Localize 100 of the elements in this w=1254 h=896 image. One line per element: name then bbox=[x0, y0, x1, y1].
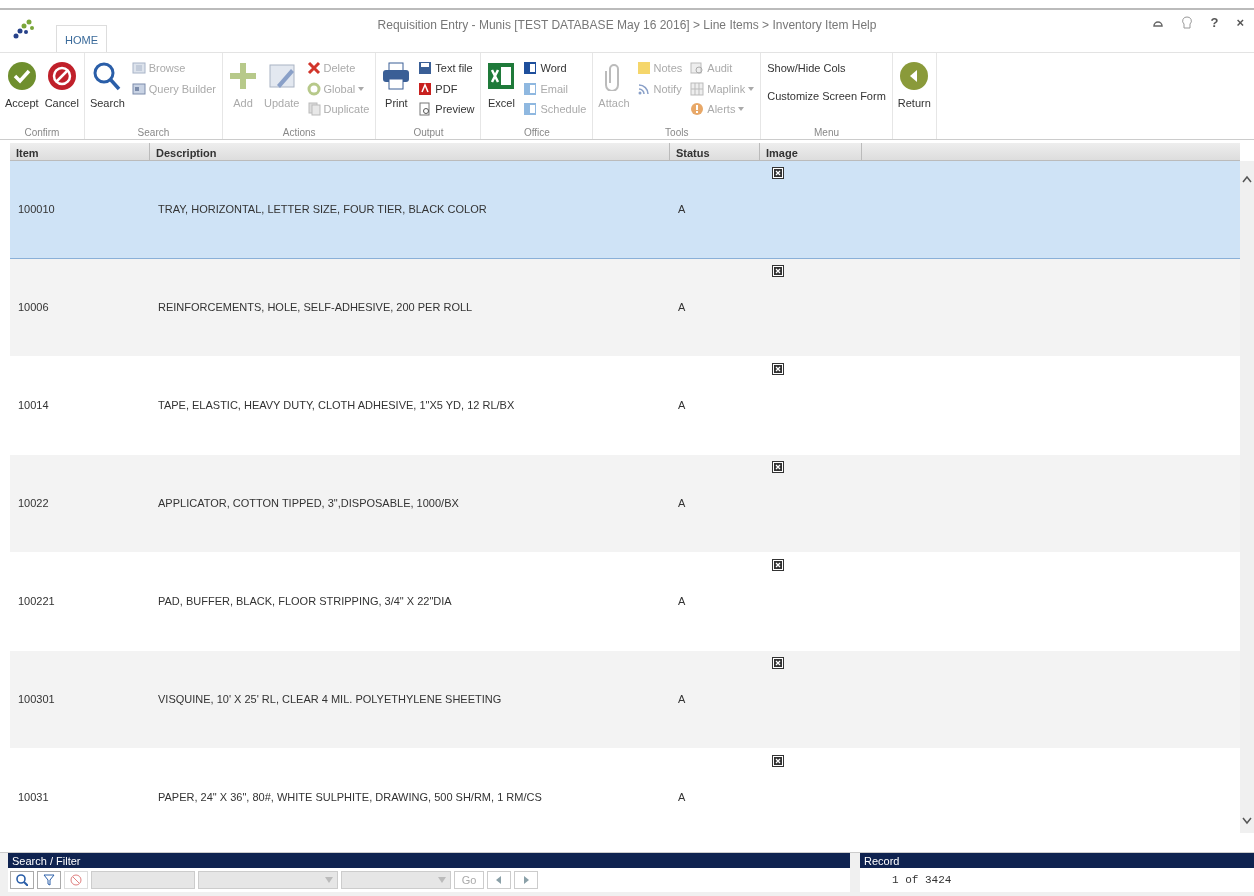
table-row[interactable]: 100010 TRAY, HORIZONTAL, LETTER SIZE, FOUR TIER, BLACK COLOR A bbox=[10, 160, 1240, 259]
column-header[interactable]: Item bbox=[10, 142, 150, 160]
group-label: Confirm bbox=[24, 127, 60, 138]
broken-image-icon bbox=[772, 166, 784, 179]
audit-icon bbox=[690, 61, 705, 76]
group-label: Office bbox=[523, 127, 550, 138]
panel-header: Search / Filter bbox=[8, 853, 850, 868]
ribbon-button[interactable]: Word bbox=[521, 59, 589, 78]
group-label: Output bbox=[413, 127, 444, 138]
group-label: Actions bbox=[282, 127, 316, 138]
table-cell-text: 10031 bbox=[17, 790, 50, 805]
column-header[interactable]: Image bbox=[760, 142, 862, 160]
ribbon-button[interactable]: Text file bbox=[416, 59, 477, 78]
ring-icon bbox=[306, 81, 321, 96]
ribbon-button[interactable]: Print bbox=[380, 59, 413, 114]
search-button[interactable] bbox=[10, 871, 34, 889]
list-icon bbox=[131, 61, 146, 76]
table-row[interactable]: 100301 VISQUINE, 10' X 25' RL, CLEAR 4 MIL. POLYETHYLENE SHEETING A bbox=[10, 650, 1240, 749]
exclamation-circle-icon bbox=[690, 102, 705, 117]
broken-image-icon bbox=[772, 264, 784, 277]
ribbon-button[interactable]: Return bbox=[896, 59, 932, 114]
filter-icon bbox=[43, 874, 55, 886]
dropdown-field[interactable] bbox=[198, 871, 338, 889]
next-button[interactable] bbox=[514, 871, 538, 889]
feed-icon bbox=[636, 81, 651, 96]
previous-button[interactable] bbox=[487, 871, 511, 889]
table-cell-text: VISQUINE, 10' X 25' RL, CLEAR 4 MIL. POLYETHYLENE SHEETING bbox=[157, 692, 503, 707]
table-cell-text: A bbox=[677, 594, 687, 609]
ribbon-button[interactable]: PDF bbox=[416, 79, 477, 98]
table-cell-text: A bbox=[677, 692, 687, 707]
search-icon bbox=[16, 874, 28, 886]
table-row[interactable]: 100221 PAD, BUFFER, BLACK, FLOOR STRIPPING, 3/4" X 22"DIA A bbox=[10, 552, 1240, 651]
x-mark-icon bbox=[306, 61, 321, 76]
window-title: Requisition Entry - Munis [TEST DATABASE May 16 2016] > Line Items > Inventory Item Help bbox=[377, 17, 877, 34]
table-cell-text: PAPER, 24" X 36", 80#, WHITE SULPHITE, DRAWING, 500 SH/RM, 1 RM/CS bbox=[157, 790, 543, 805]
ribbon-button[interactable]: Accept bbox=[4, 59, 40, 114]
menu-link[interactable]: Show/Hide Cols bbox=[765, 59, 888, 78]
ribbon-button[interactable]: Search bbox=[88, 59, 126, 114]
note-icon bbox=[636, 61, 651, 76]
plus-icon bbox=[228, 61, 258, 91]
broken-image-icon bbox=[772, 558, 784, 571]
broken-image-icon bbox=[772, 362, 784, 375]
pdf-file-icon bbox=[418, 81, 433, 96]
table-cell-text: A bbox=[677, 300, 687, 315]
document-icon bbox=[523, 61, 538, 76]
filter-button[interactable] bbox=[37, 871, 61, 889]
scroll-up-icon bbox=[1242, 174, 1252, 183]
table-cell-text: 100221 bbox=[17, 594, 56, 609]
query-icon bbox=[131, 81, 146, 96]
collapse-icon bbox=[1152, 18, 1165, 29]
right-arrow-icon bbox=[522, 876, 530, 884]
forbidden-icon bbox=[46, 61, 77, 91]
search-icon bbox=[92, 61, 123, 91]
scroll-down-icon bbox=[1242, 816, 1252, 825]
page-search-icon bbox=[418, 102, 433, 117]
clear-filter-button[interactable] bbox=[64, 871, 88, 889]
table-cell-text: A bbox=[677, 398, 687, 413]
group-label: Menu bbox=[814, 127, 839, 138]
column-header[interactable]: Status bbox=[670, 142, 760, 160]
record-counter: 1 of 3424 bbox=[891, 872, 952, 888]
table-cell-text: 10006 bbox=[17, 300, 50, 315]
dropdown-field[interactable] bbox=[341, 871, 451, 889]
table-row[interactable]: 10022 APPLICATOR, COTTON TIPPED, 3",DISPOSABLE, 1000/BX A bbox=[10, 454, 1240, 553]
pencil-table-icon bbox=[266, 61, 297, 91]
input-field[interactable] bbox=[91, 871, 195, 889]
table-cell-text: 10022 bbox=[17, 496, 50, 511]
logo-icon bbox=[13, 19, 34, 39]
lightbulb-icon bbox=[1182, 16, 1193, 31]
table-cell-text: 100010 bbox=[17, 202, 56, 217]
forbidden-icon bbox=[70, 874, 82, 886]
table-cell-text: TRAY, HORIZONTAL, LETTER SIZE, FOUR TIER, BLACK COLOR bbox=[157, 202, 488, 217]
broken-image-icon bbox=[772, 460, 784, 473]
panel-header: Record bbox=[860, 853, 1254, 868]
close-button[interactable]: × bbox=[1236, 15, 1244, 29]
column-header[interactable]: Description bbox=[150, 142, 670, 160]
table-cell-text: PAD, BUFFER, BLACK, FLOOR STRIPPING, 3/4" X 22"DIA bbox=[157, 594, 453, 609]
ribbon-button[interactable]: Cancel bbox=[43, 59, 80, 114]
pages-icon bbox=[306, 102, 321, 117]
broken-image-icon bbox=[772, 754, 784, 767]
check-circle-icon bbox=[6, 61, 37, 91]
caret-icon bbox=[438, 876, 446, 884]
table-cell-text: APPLICATOR, COTTON TIPPED, 3",DISPOSABLE, 1000/BX bbox=[157, 496, 460, 511]
group-label: Search bbox=[137, 127, 170, 138]
table-cell-text: A bbox=[677, 202, 687, 217]
table-row[interactable]: 10014 TAPE, ELASTIC, HEAVY DUTY, CLOTH ADHESIVE, 1"X5 YD, 12 RL/BX A bbox=[10, 356, 1240, 455]
table-cell-text: A bbox=[677, 790, 687, 805]
help-button[interactable]: ? bbox=[1210, 15, 1219, 29]
left-arrow-icon bbox=[495, 876, 503, 884]
menu-link[interactable]: Customize Screen Form bbox=[765, 86, 888, 105]
map-grid-icon bbox=[690, 81, 705, 96]
spreadsheet-icon bbox=[486, 61, 517, 91]
table-row[interactable]: 10006 REINFORCEMENTS, HOLE, SELF-ADHESIVE, 200 PER ROLL A bbox=[10, 258, 1240, 357]
group-label: Tools bbox=[665, 127, 689, 138]
ribbon-button[interactable]: Excel bbox=[485, 59, 518, 114]
table-cell-text: 100301 bbox=[17, 692, 56, 707]
ribbon-button[interactable]: Preview bbox=[416, 100, 477, 119]
table-cell-text: REINFORCEMENTS, HOLE, SELF-ADHESIVE, 200 PER ROLL bbox=[157, 300, 474, 315]
back-circle-icon bbox=[899, 61, 930, 91]
ribbon-tab[interactable]: HOME bbox=[56, 24, 107, 52]
table-cell-text: A bbox=[677, 496, 687, 511]
